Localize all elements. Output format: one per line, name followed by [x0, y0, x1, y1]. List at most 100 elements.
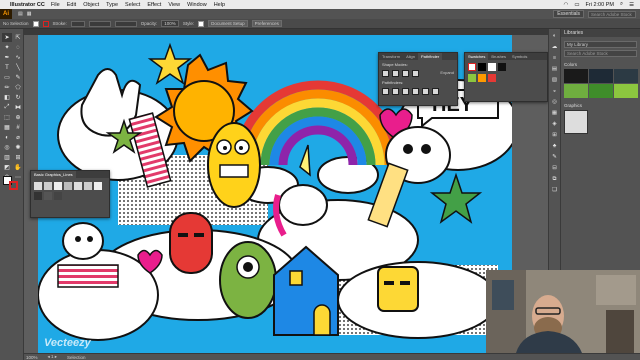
library-color-swatch[interactable] — [589, 69, 613, 83]
direct-selection-tool-icon[interactable]: ⇱ — [13, 33, 23, 42]
arrange-icon[interactable]: ▦ — [27, 11, 32, 17]
divide-icon[interactable] — [382, 88, 389, 95]
library-color-swatch[interactable] — [589, 84, 613, 98]
variable-width-field[interactable] — [88, 20, 111, 27]
color-panel-icon[interactable]: ◐ — [551, 33, 559, 40]
libraries-panel-icon[interactable]: ☁ — [551, 44, 559, 51]
menu-help[interactable]: Help — [214, 2, 225, 8]
library-color-swatch[interactable] — [564, 69, 588, 83]
blend-tool-icon[interactable]: ◎ — [2, 143, 12, 152]
pathfinder-panel-icon[interactable]: ⧉ — [551, 176, 559, 183]
menu-file[interactable]: File — [51, 2, 60, 8]
tab-align[interactable]: Align — [403, 53, 418, 60]
libraries-search-input[interactable]: Search Adobe Stock — [564, 50, 637, 57]
zoom-level[interactable]: 100% — [26, 355, 38, 360]
paintbrush-tool-icon[interactable]: ✎ — [13, 73, 23, 82]
outline-icon[interactable] — [422, 88, 429, 95]
shape-builder-tool-icon[interactable]: ⊕ — [13, 113, 23, 122]
wifi-icon[interactable]: ◠ — [564, 2, 569, 8]
tab-transform[interactable]: Transform — [379, 53, 403, 60]
scale-tool-icon[interactable]: ⤢ — [2, 103, 12, 112]
stroke-weight-field[interactable] — [70, 20, 85, 27]
lasso-tool-icon[interactable]: ◌ — [13, 43, 23, 52]
style-thumbnail[interactable] — [84, 182, 92, 190]
rotate-tool-icon[interactable]: ↻ — [13, 93, 23, 102]
transparency-panel-icon[interactable]: ◒ — [551, 88, 559, 95]
library-graphic-thumbnail[interactable] — [564, 110, 588, 134]
minus-front-icon[interactable] — [392, 70, 399, 77]
exclude-icon[interactable] — [412, 70, 419, 77]
brush-field[interactable] — [114, 20, 137, 27]
app-name[interactable]: Illustrator CC — [10, 2, 45, 8]
expand-button[interactable]: Expand — [440, 70, 454, 77]
width-tool-icon[interactable]: ⧓ — [13, 103, 23, 112]
clock[interactable]: Fri 2:00 PM — [586, 2, 614, 8]
style-thumbnail[interactable] — [54, 182, 62, 190]
style-thumbnail[interactable] — [44, 182, 52, 190]
minus-back-icon[interactable] — [432, 88, 439, 95]
bridge-icon[interactable]: ▤ — [18, 11, 23, 17]
menu-type[interactable]: Type — [106, 2, 118, 8]
stroke-panel-icon[interactable]: ▤ — [551, 66, 559, 73]
stroke-indicator[interactable] — [9, 181, 18, 190]
gradient-panel-icon[interactable]: ▧ — [551, 77, 559, 84]
shaper-tool-icon[interactable]: ⬠ — [13, 83, 23, 92]
layers-panel-icon[interactable]: ◈ — [551, 121, 559, 128]
artboard-tool-icon[interactable]: ⊞ — [13, 153, 23, 162]
document-setup-button[interactable]: Document Setup — [208, 20, 248, 27]
style-thumbnail[interactable] — [34, 192, 42, 200]
eyedropper-tool-icon[interactable]: ⌀ — [13, 133, 23, 142]
stroke-swatch[interactable] — [42, 20, 49, 27]
library-color-swatch[interactable] — [614, 84, 638, 98]
tab-brushes[interactable]: Brushes — [488, 53, 509, 60]
pencil-tool-icon[interactable]: ✏ — [2, 83, 12, 92]
tab-symbols[interactable]: Symbols — [509, 53, 530, 60]
rectangle-tool-icon[interactable]: ▭ — [2, 73, 12, 82]
style-thumbnail[interactable] — [64, 182, 72, 190]
library-select[interactable]: My Library — [564, 41, 637, 48]
unite-icon[interactable] — [382, 70, 389, 77]
style-thumbnail[interactable] — [94, 182, 102, 190]
layers-stack-icon[interactable]: ❏ — [551, 187, 559, 194]
libraries-panel[interactable]: Libraries My Library Search Adobe Stock … — [560, 29, 640, 270]
column-graph-tool-icon[interactable]: ▥ — [2, 153, 12, 162]
style-thumbnail[interactable] — [44, 192, 52, 200]
preferences-button[interactable]: Preferences — [251, 20, 282, 27]
graphics-section-label[interactable]: Graphics — [564, 103, 637, 108]
mesh-tool-icon[interactable]: # — [13, 123, 23, 132]
free-transform-tool-icon[interactable]: ⬚ — [2, 113, 12, 122]
library-color-swatch[interactable] — [614, 69, 638, 83]
artboard-navigator[interactable]: ◂ 1 ▸ — [48, 354, 58, 360]
pen-tool-icon[interactable]: ✒ — [2, 53, 12, 62]
swatch-registration[interactable] — [478, 63, 486, 71]
tab-pathfinder[interactable]: Pathfinder — [417, 53, 443, 60]
menu-select[interactable]: Select — [125, 2, 140, 8]
swatch-green[interactable] — [468, 74, 476, 82]
menu-view[interactable]: View — [168, 2, 180, 8]
colors-section-label[interactable]: Colors — [564, 62, 637, 67]
slice-tool-icon[interactable]: ◩ — [2, 163, 12, 172]
menu-edit[interactable]: Edit — [67, 2, 76, 8]
style-swatch[interactable] — [198, 20, 205, 27]
menu-window[interactable]: Window — [187, 2, 207, 8]
align-panel-icon[interactable]: ⊟ — [551, 165, 559, 172]
fill-stroke-widget[interactable] — [3, 176, 21, 190]
style-thumbnail[interactable] — [54, 192, 62, 200]
swatch-red[interactable] — [488, 74, 496, 82]
swatch-white[interactable] — [488, 63, 496, 71]
style-thumbnail[interactable] — [74, 182, 82, 190]
gradient-tool-icon[interactable]: ◐ — [2, 133, 12, 142]
type-tool-icon[interactable]: T — [2, 63, 12, 72]
swatches-panel[interactable]: Swatches Brushes Symbols — [464, 52, 548, 102]
eraser-tool-icon[interactable]: ◧ — [2, 93, 12, 102]
magic-wand-tool-icon[interactable]: ✦ — [2, 43, 12, 52]
menu-list-icon[interactable]: ☰ — [629, 2, 634, 8]
intersect-icon[interactable] — [402, 70, 409, 77]
artboards-panel-icon[interactable]: ⊞ — [551, 132, 559, 139]
brushes-panel-icon[interactable]: ✎ — [551, 154, 559, 161]
search-icon[interactable]: ⌕ — [620, 1, 623, 8]
symbols-panel-icon[interactable]: ♣ — [551, 143, 559, 150]
properties-panel-icon[interactable]: ≡ — [551, 55, 559, 62]
appearance-panel-icon[interactable]: ◎ — [551, 99, 559, 106]
workspace-switcher[interactable]: Essentials — [553, 10, 584, 18]
